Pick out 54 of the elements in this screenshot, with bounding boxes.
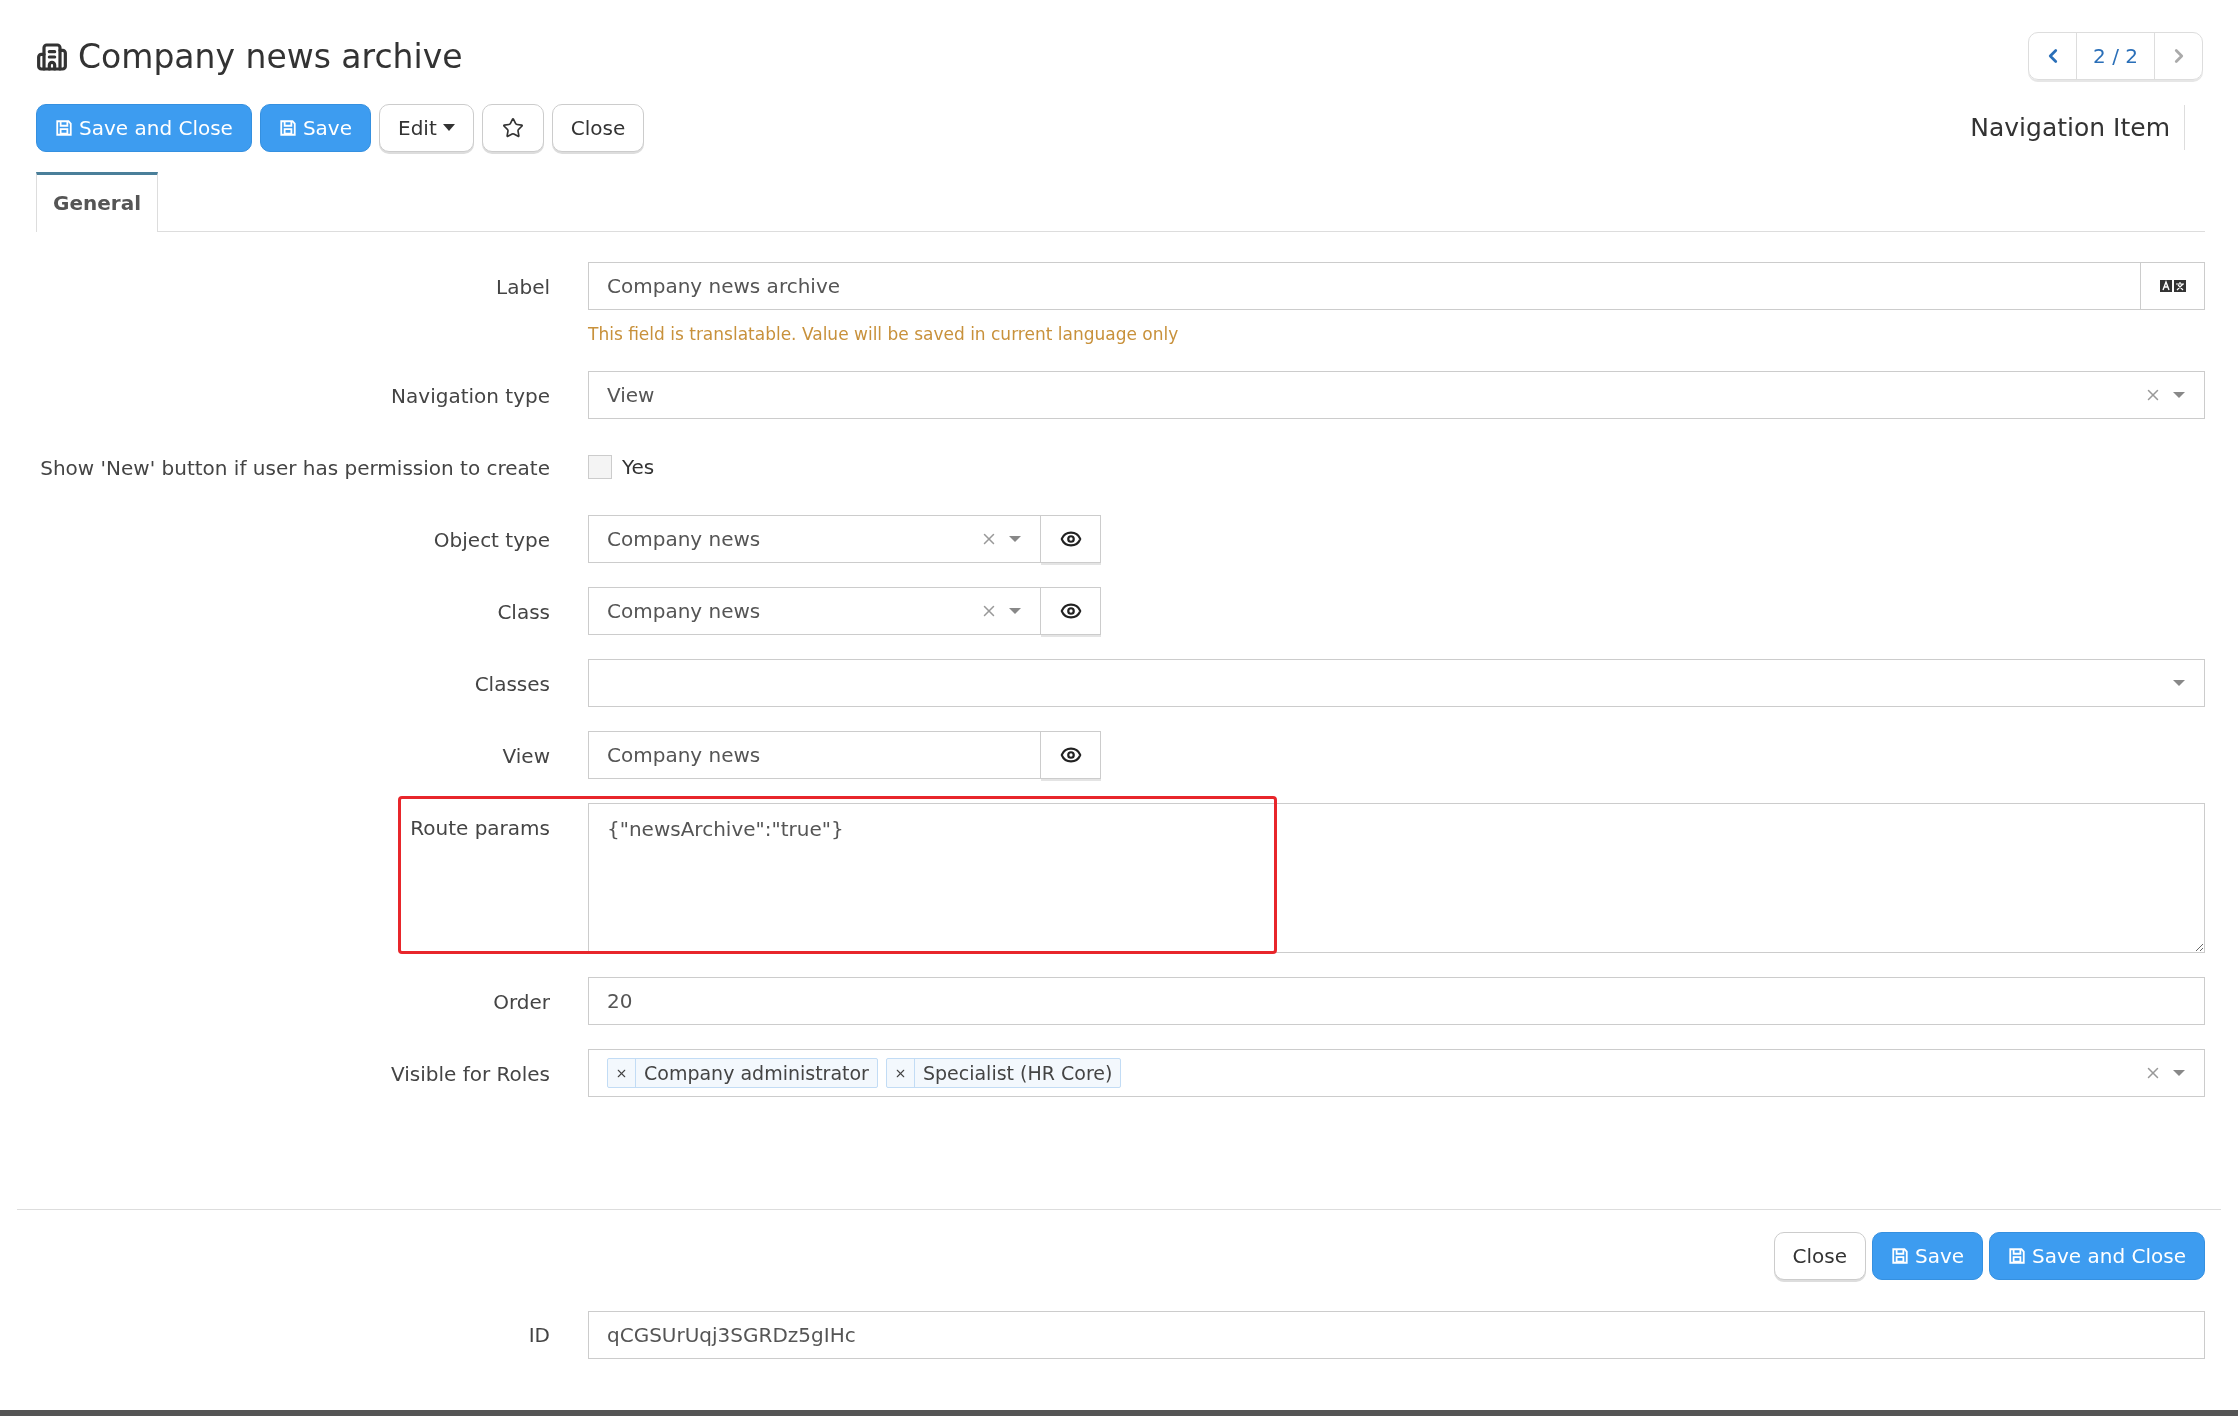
- field-label: Label: [496, 273, 550, 301]
- select-field[interactable]: View: [588, 371, 2205, 419]
- text-field[interactable]: Company news: [588, 731, 1041, 779]
- field-label: Class: [497, 599, 550, 626]
- edit-dropdown-button[interactable]: Edit: [379, 103, 474, 152]
- field-label: Object type: [433, 527, 550, 554]
- save-icon: [278, 118, 297, 137]
- translate-icon: [2159, 278, 2186, 293]
- field-label: Route params: [410, 815, 550, 842]
- lookup-field[interactable]: Company news: [588, 587, 1041, 635]
- select-value: View: [607, 382, 655, 409]
- field-label: Order: [493, 989, 550, 1016]
- caret-icon: [1008, 535, 1022, 543]
- tag-label: Specialist (HR Core): [921, 1060, 1114, 1086]
- close-button[interactable]: Close: [1773, 1232, 1866, 1280]
- field-label: Navigation type: [391, 383, 550, 410]
- text-field[interactable]: Company news archive: [588, 261, 2141, 310]
- lookup-value: Company news: [607, 598, 761, 625]
- text-field[interactable]: 20: [588, 977, 2205, 1025]
- checkbox[interactable]: [588, 455, 612, 479]
- view-button[interactable]: [1041, 587, 1101, 635]
- select-field[interactable]: [588, 659, 2205, 707]
- checkbox-label: Yes: [622, 454, 655, 481]
- tag-label: Company administrator: [643, 1060, 870, 1086]
- field-label: View: [502, 743, 550, 770]
- multi-select-field[interactable]: Company administrator Specialist (HR Core): [588, 1049, 2205, 1097]
- caret-icon: [2172, 679, 2186, 687]
- pager-label: 2 / 2: [2092, 43, 2139, 70]
- page-title: Company news archive: [78, 36, 463, 78]
- caret-icon: [442, 124, 455, 131]
- entity-type-label: Navigation Item: [1970, 104, 2185, 151]
- caret-icon: [2172, 1069, 2186, 1077]
- field-label: Classes: [474, 671, 550, 698]
- lookup-field[interactable]: Company news: [588, 515, 1041, 563]
- tab[interactable]: General: [36, 171, 158, 232]
- save-icon: [55, 118, 73, 137]
- save-icon: [2008, 1247, 2027, 1265]
- caret-icon: [2172, 391, 2186, 399]
- close-button[interactable]: Close: [551, 103, 645, 152]
- view-button[interactable]: [1041, 515, 1101, 563]
- field-label: Visible for Roles: [390, 1061, 550, 1088]
- textarea-field[interactable]: {"newsArchive":"true"}: [588, 803, 2205, 953]
- lookup-value: Company news: [607, 526, 761, 553]
- save-icon: [1891, 1247, 1909, 1265]
- star-icon: [501, 116, 524, 139]
- field-label: ID: [528, 1322, 550, 1349]
- building-icon: [36, 40, 68, 73]
- caret-icon: [1008, 607, 1022, 615]
- translate-button[interactable]: [2141, 261, 2205, 310]
- translatable-hint: This field is translatable. Value will be saved in current language only: [588, 322, 1180, 346]
- field-label: Show 'New' button if user has permission to create: [40, 455, 550, 482]
- id-field[interactable]: qCGSUrUqj3SGRDz5gIHc: [588, 1311, 2205, 1359]
- favorite-button[interactable]: [481, 103, 544, 152]
- view-button[interactable]: [1041, 731, 1101, 779]
